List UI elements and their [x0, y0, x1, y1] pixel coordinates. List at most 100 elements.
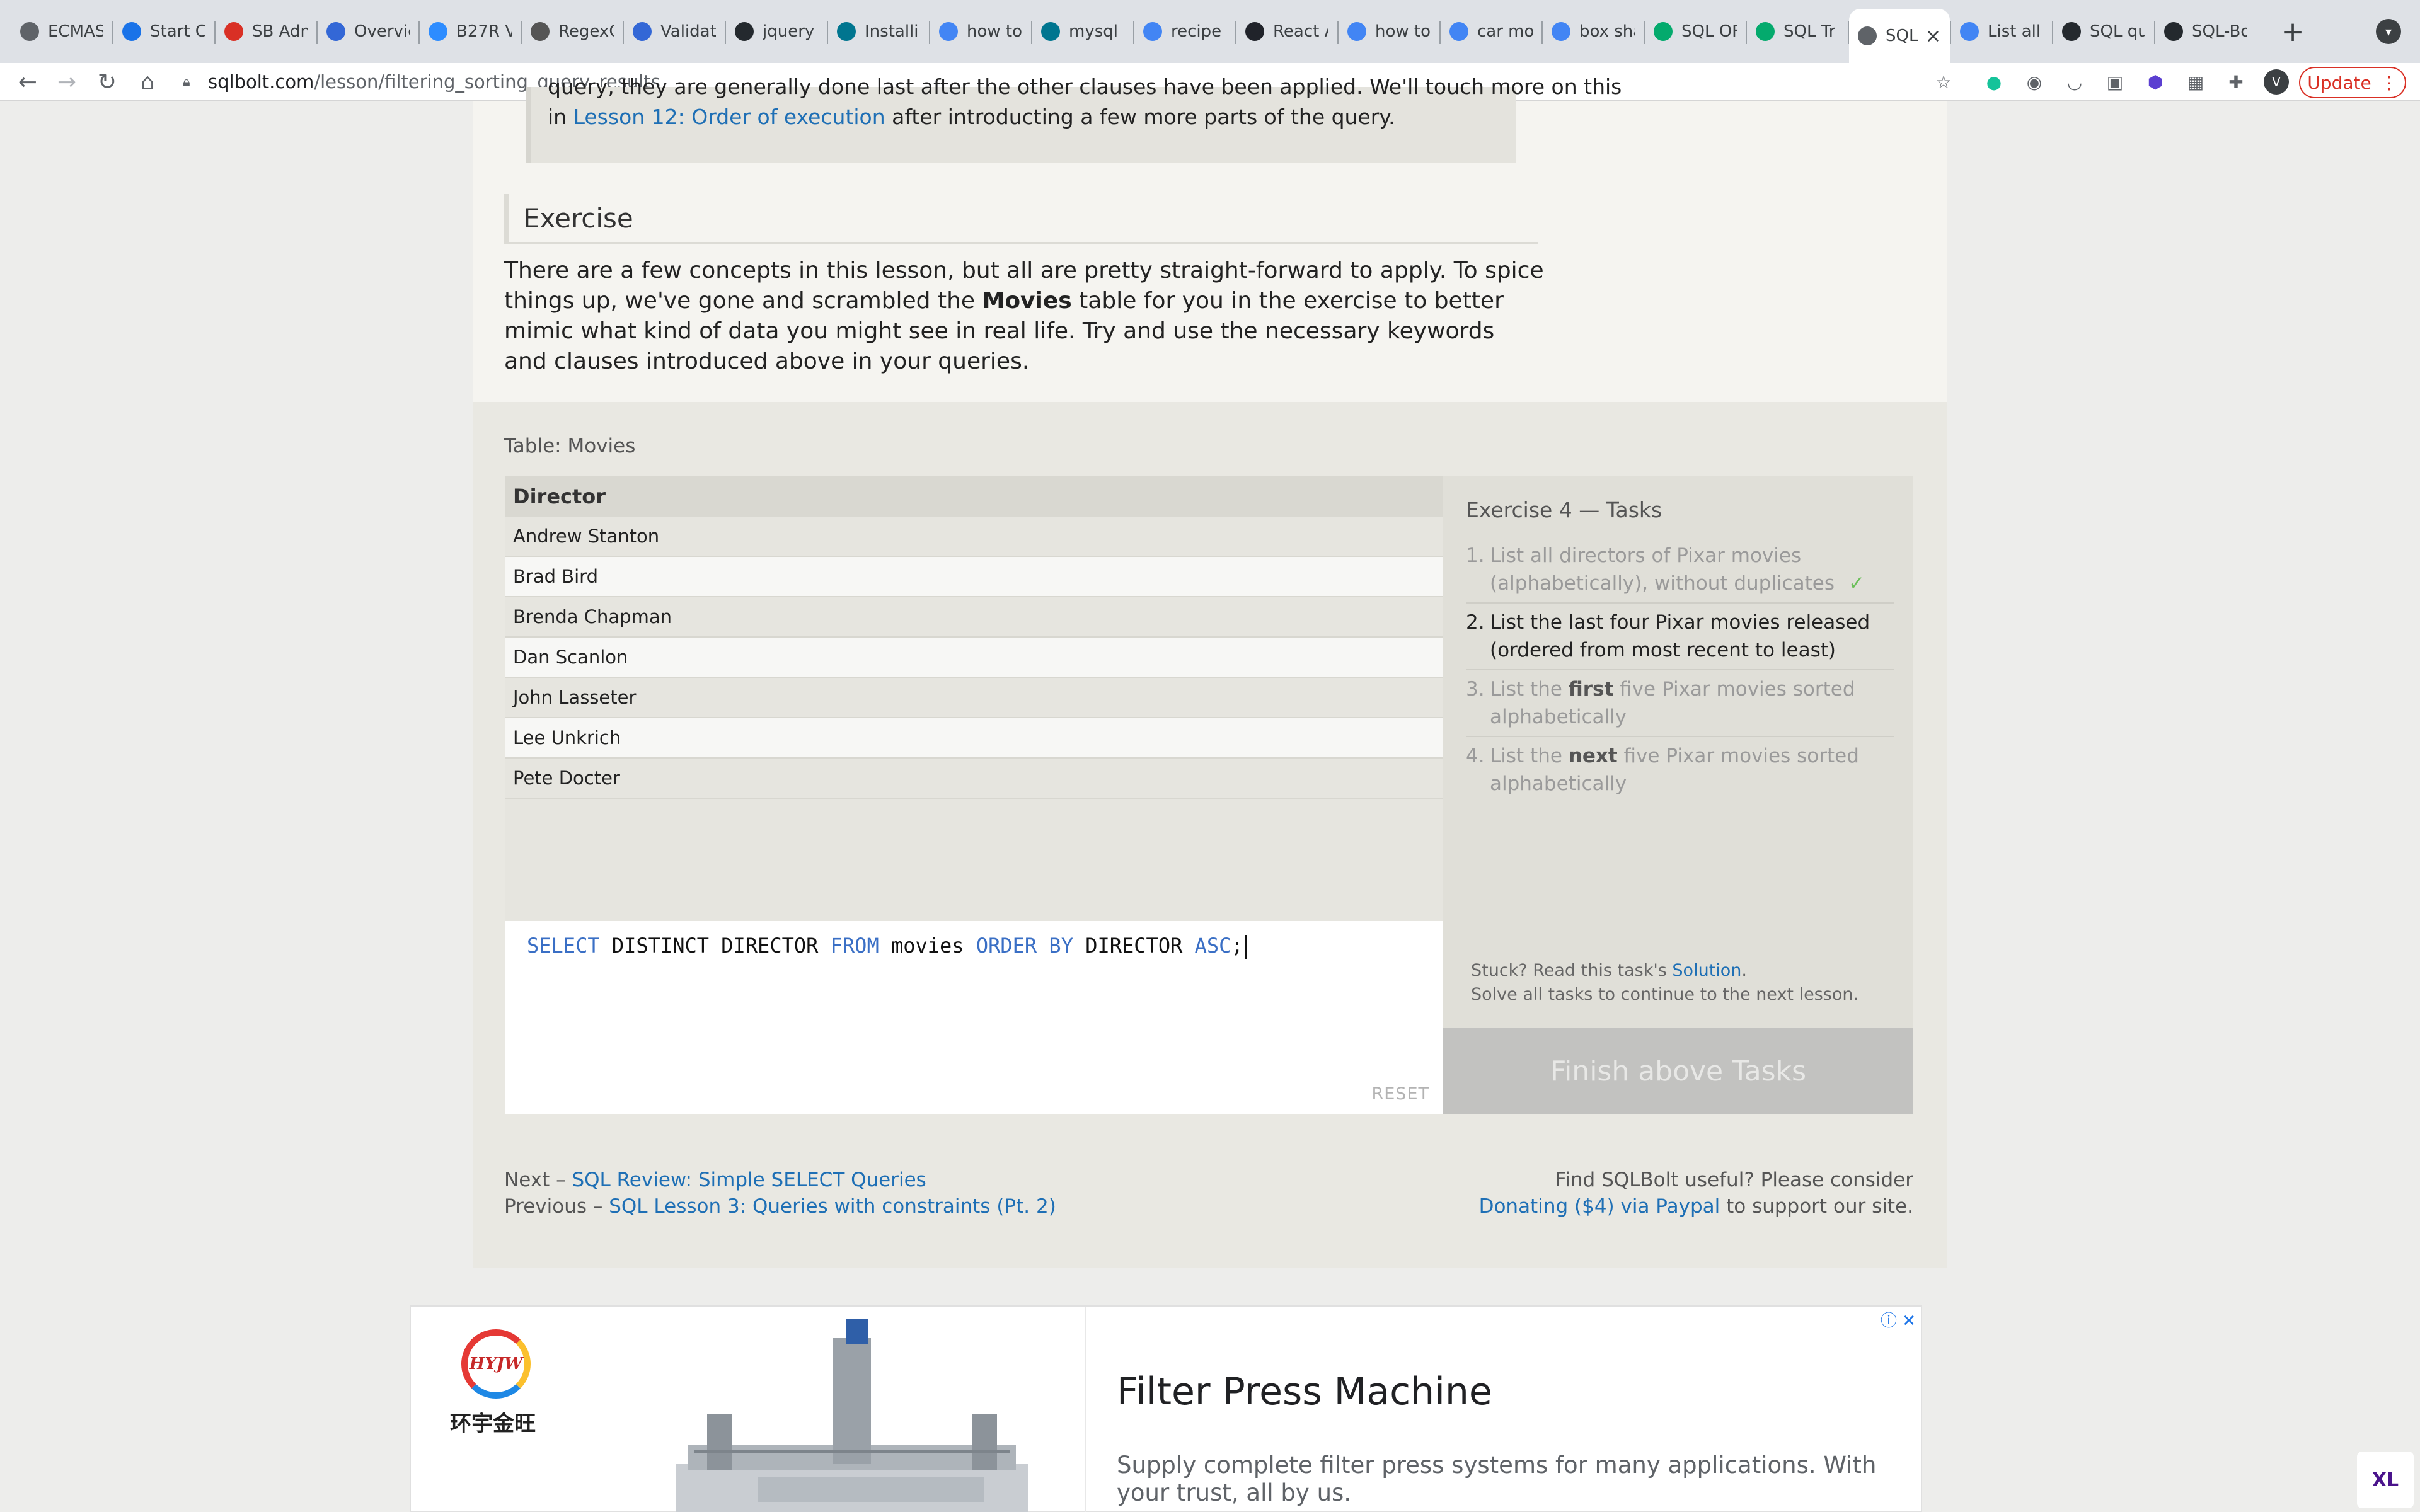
s-logo-icon: [224, 22, 243, 41]
tab-label: ECMAS: [48, 22, 103, 41]
tab-label: SQL OF: [1681, 22, 1737, 41]
task-text: List the next five Pixar movies sorted a…: [1490, 742, 1894, 798]
browser-tab[interactable]: SQL Tr: [1747, 9, 1848, 54]
browser-tab[interactable]: Overvie: [318, 9, 418, 54]
browser-tab[interactable]: car mo: [1441, 9, 1541, 54]
results-table: Director Andrew Stanton Brad Bird Brenda C…: [505, 476, 1443, 921]
stuck-line: Stuck? Read this task's Solution.: [1471, 959, 1858, 983]
browser-tab[interactable]: React A: [1236, 9, 1337, 54]
browser-tab[interactable]: box sha: [1543, 9, 1644, 54]
note-prefix: in: [548, 105, 573, 129]
browser-tab[interactable]: SQL OF: [1645, 9, 1746, 54]
browser-tab[interactable]: List all: [1951, 9, 2052, 54]
tab-label: jquery: [763, 22, 815, 41]
browser-tab[interactable]: RegexC: [522, 9, 623, 54]
back-arrow-icon[interactable]: ←: [11, 66, 44, 98]
extension-hex-icon[interactable]: ⬢: [2143, 69, 2168, 94]
home-icon[interactable]: ⌂: [131, 66, 164, 98]
github-icon: [2062, 22, 2081, 41]
profile-avatar[interactable]: V: [2264, 69, 2289, 94]
screenshot-icon[interactable]: ▣: [2102, 69, 2128, 94]
shield-icon: [633, 22, 652, 41]
browser-tab[interactable]: how to: [1339, 9, 1439, 54]
bookmark-star-icon[interactable]: ☆: [1931, 69, 1956, 94]
forward-arrow-icon[interactable]: →: [50, 66, 83, 98]
puzzle-icon[interactable]: ✚: [2223, 69, 2249, 94]
tab-label: mysql (: [1069, 22, 1124, 41]
browser-tab[interactable]: SQL qu: [2053, 9, 2154, 54]
sql-keyword: FROM: [830, 934, 879, 958]
column-header: Director: [505, 476, 1443, 517]
browser-tab[interactable]: SQL ×: [1849, 9, 1950, 63]
browser-tab[interactable]: jquery: [726, 9, 827, 54]
browser-tab[interactable]: SQL-Bo: [2155, 9, 2256, 54]
keyboard-icon[interactable]: ▦: [2183, 69, 2208, 94]
browser-tab[interactable]: Validat: [624, 9, 725, 54]
note-suffix: after introducting a few more parts of t…: [885, 105, 1395, 129]
task-text: List the first five Pixar movies sorted …: [1490, 675, 1894, 731]
tab-strip: ECMAS Start C SB Adm Overvie B27R V RegexC Val…: [0, 0, 2420, 63]
tab-label: SQL Tr: [1783, 22, 1836, 41]
logo-text: HYJW: [469, 1354, 523, 1373]
browser-tab[interactable]: Installi: [828, 9, 929, 54]
task-item: 2. List the last four Pixar movies relea…: [1466, 609, 1894, 664]
reset-button[interactable]: RESET: [1371, 1084, 1429, 1104]
browser-tab[interactable]: SB Adm: [216, 9, 316, 54]
xl-extension-badge[interactable]: XL: [2357, 1452, 2414, 1508]
tab-search-icon[interactable]: ▾: [2376, 19, 2401, 44]
ad-headline[interactable]: Filter Press Machine: [1117, 1370, 1492, 1414]
update-button[interactable]: Update ⋮: [2299, 67, 2406, 98]
browser-tab[interactable]: mysql (: [1032, 9, 1133, 54]
finish-tasks-button[interactable]: Finish above Tasks: [1443, 1028, 1913, 1114]
w3-icon: [1654, 22, 1673, 41]
google-icon: [1552, 22, 1570, 41]
tab-label: recipe: [1171, 22, 1222, 41]
close-tab-icon[interactable]: ×: [1919, 25, 1941, 47]
advertisement[interactable]: HYJW 环宇金旺 Filter Press Machine Supply co…: [410, 1305, 1922, 1512]
next-lesson-link[interactable]: SQL Review: Simple SELECT Queries: [572, 1169, 926, 1191]
task-text-pre: List the: [1490, 678, 1569, 701]
intro-bold: Movies: [982, 288, 1072, 314]
ad-body: Supply complete filter press systems for…: [1117, 1452, 1877, 1506]
sql-keyword: ASC: [1194, 934, 1231, 958]
tasks-title: Exercise 4 — Tasks: [1466, 498, 1662, 522]
sql-query[interactable]: SELECT DISTINCT DIRECTOR FROM movies ORD…: [527, 934, 1247, 959]
text-caret: [1244, 935, 1247, 959]
browser-tab[interactable]: how to: [930, 9, 1031, 54]
tab-label: SQL: [1886, 26, 1918, 45]
camera-icon[interactable]: ◉: [2022, 69, 2047, 94]
browser-tab[interactable]: Start C: [113, 9, 214, 54]
google-icon: [1143, 22, 1162, 41]
task-number: 3.: [1466, 678, 1485, 701]
reload-icon[interactable]: ↻: [91, 66, 124, 98]
browser-tab[interactable]: B27R V: [420, 9, 521, 54]
table-row: Pete Docter: [505, 759, 1443, 799]
previous-lesson-link[interactable]: SQL Lesson 3: Queries with constraints (…: [609, 1195, 1056, 1218]
new-tab-button[interactable]: +: [2275, 14, 2310, 49]
browser-tab[interactable]: recipe: [1134, 9, 1235, 54]
sql-editor[interactable]: SELECT DISTINCT DIRECTOR FROM movies ORD…: [505, 921, 1443, 1114]
pocket-icon[interactable]: ◡: [2062, 69, 2087, 94]
donate-link[interactable]: Donating ($4) via Paypal: [1479, 1195, 1720, 1218]
ad-info-close-icon[interactable]: ⓘ ✕: [1881, 1308, 1916, 1331]
tab-label: Validat: [660, 22, 716, 41]
task-item: 1. List all directors of Pixar movies (a…: [1466, 542, 1894, 597]
table-row: Brenda Chapman: [505, 597, 1443, 638]
task-item: 4. List the next five Pixar movies sorte…: [1466, 742, 1894, 798]
stuck-prefix: Stuck? Read this task's: [1471, 961, 1673, 980]
solve-all-text: Solve all tasks to continue to the next …: [1471, 985, 1859, 1004]
tasks-panel: Exercise 4 — Tasks 1. List all directors…: [1443, 476, 1913, 1114]
table-row: Brad Bird: [505, 557, 1443, 597]
url-host: sqlbolt.com: [208, 71, 314, 93]
update-label: Update: [2307, 72, 2371, 93]
react-icon: [1245, 22, 1264, 41]
exercise-heading: Exercise: [504, 194, 1538, 244]
ad-divider: [1085, 1307, 1086, 1512]
lesson-note: query, they are generally done last afte…: [526, 74, 1622, 163]
browser-tab[interactable]: ECMAS: [11, 9, 112, 54]
solution-link[interactable]: Solution: [1672, 961, 1741, 980]
table-caption: Table: Movies: [504, 435, 636, 457]
grammarly-icon[interactable]: ●: [1981, 69, 2007, 94]
task-divider: [1466, 736, 1894, 737]
order-of-execution-link[interactable]: Lesson 12: Order of execution: [573, 105, 885, 129]
